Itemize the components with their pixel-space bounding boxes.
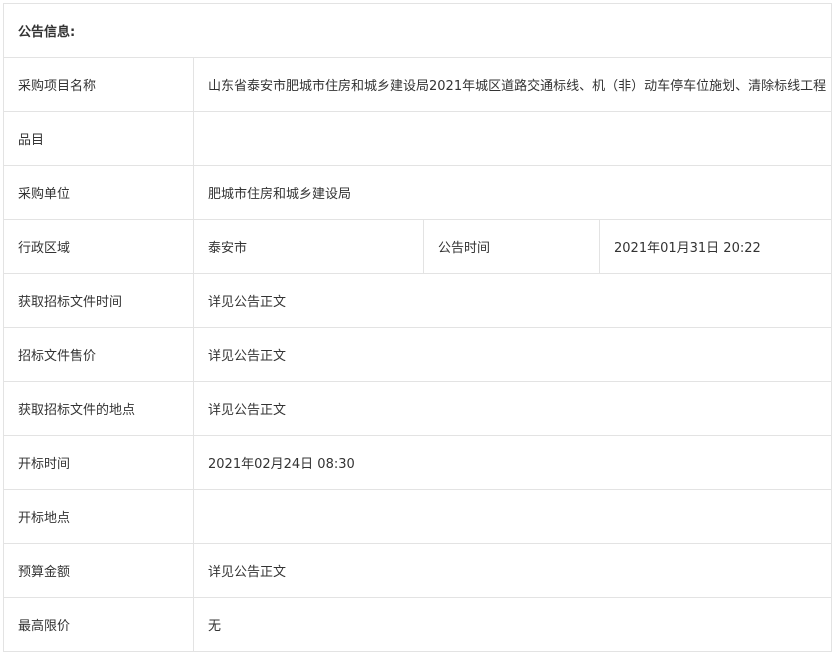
row-label: 品目	[3, 111, 194, 166]
doc-place-value: 详见公告正文	[192, 381, 833, 436]
open-time-value: 2021年02月24日 08:30	[192, 435, 833, 490]
table-row: 开标时间 2021年02月24日 08:30	[3, 435, 833, 490]
table-row: 获取招标文件的地点 详见公告正文	[3, 381, 833, 436]
doc-price-value: 详见公告正文	[192, 327, 833, 382]
row-label: 开标时间	[3, 435, 194, 490]
table-header-row: 公告信息:	[2, 3, 833, 58]
row-label: 公告时间	[423, 219, 600, 274]
table-row: 品目	[3, 111, 833, 166]
row-label: 获取招标文件的地点	[3, 381, 194, 436]
table-row: 采购项目名称 山东省泰安市肥城市住房和城乡建设局2021年城区道路交通标线、机（…	[3, 57, 833, 112]
notice-info-title: 公告信息:	[2, 3, 833, 58]
region-value: 泰安市	[193, 219, 424, 274]
table-row: 预算金额 详见公告正文	[3, 543, 833, 598]
row-label: 行政区域	[3, 219, 194, 274]
notice-time-value: 2021年01月31日 20:22	[598, 219, 833, 274]
max-price-value: 无	[192, 597, 833, 652]
notice-info-table: 公告信息: 采购项目名称 山东省泰安市肥城市住房和城乡建设局2021年城区道路交…	[2, 3, 833, 652]
row-label: 采购项目名称	[3, 57, 194, 112]
project-name-value: 山东省泰安市肥城市住房和城乡建设局2021年城区道路交通标线、机（非）动车停车位…	[192, 57, 833, 112]
row-label: 获取招标文件时间	[3, 273, 194, 328]
purchaser-value: 肥城市住房和城乡建设局	[192, 165, 833, 220]
table-row: 行政区域 泰安市 公告时间 2021年01月31日 20:22	[3, 219, 833, 274]
row-label: 最高限价	[3, 597, 194, 652]
row-label: 预算金额	[3, 543, 194, 598]
table-row: 最高限价 无	[3, 597, 833, 652]
table-row: 开标地点	[3, 489, 833, 544]
table-row: 招标文件售价 详见公告正文	[3, 327, 833, 382]
table-row: 获取招标文件时间 详见公告正文	[3, 273, 833, 328]
row-label: 招标文件售价	[3, 327, 194, 382]
row-label: 采购单位	[3, 165, 194, 220]
doc-time-value: 详见公告正文	[192, 273, 833, 328]
open-place-value	[192, 489, 833, 544]
row-label: 开标地点	[3, 489, 194, 544]
budget-value: 详见公告正文	[192, 543, 833, 598]
items-value	[192, 111, 833, 166]
table-row: 采购单位 肥城市住房和城乡建设局	[3, 165, 833, 220]
